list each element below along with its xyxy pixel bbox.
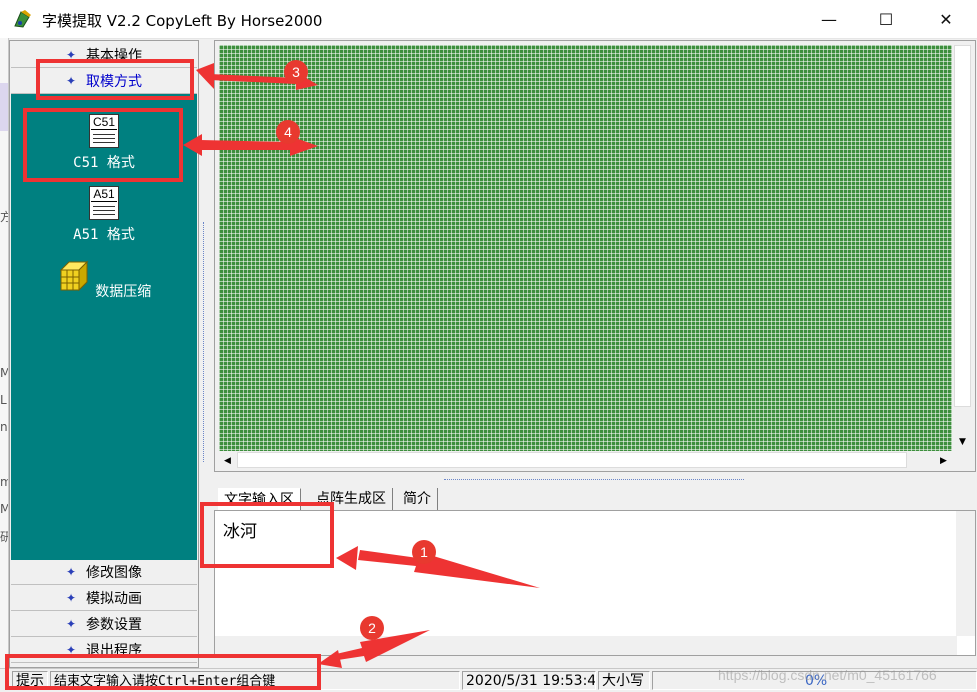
horizontal-splitter[interactable]: [214, 472, 976, 488]
app-icon: [14, 10, 31, 28]
group-settings-button[interactable]: ✦ 参数设置: [11, 612, 197, 637]
ghost-text: L: [0, 393, 7, 407]
background-highlight: [0, 83, 8, 131]
annotation-box-3: [36, 59, 194, 100]
dot-matrix-canvas[interactable]: [219, 45, 952, 451]
diamond-icon: ✦: [65, 591, 77, 605]
scroll-thumb[interactable]: [954, 45, 971, 407]
matrix-horizontal-scrollbar[interactable]: ◀ ▶: [219, 451, 952, 469]
annotation-badge-3: 3: [284, 60, 308, 84]
annotation-badge-1: 1: [412, 540, 436, 564]
ghost-text: 研: [0, 530, 8, 544]
text-vertical-scrollbar[interactable]: [956, 511, 975, 636]
tool-label: A51 格式: [73, 227, 135, 243]
minimize-button[interactable]: —: [801, 0, 857, 38]
watermark-text: https://blog.csdn.net/m0_45161766: [718, 667, 937, 683]
annotation-badge-4: 4: [276, 120, 300, 144]
matrix-vertical-scrollbar[interactable]: ▼: [953, 45, 972, 451]
group-edit-image-button[interactable]: ✦ 修改图像: [11, 560, 197, 585]
ghost-text: 方: [0, 210, 8, 224]
annotation-badge-2: 2: [360, 616, 384, 640]
maximize-button[interactable]: ☐: [858, 0, 914, 38]
cube-icon: [59, 260, 88, 292]
scroll-right-icon[interactable]: ▶: [935, 452, 952, 469]
annotation-box-1: [200, 502, 334, 568]
diamond-icon: ✦: [65, 617, 77, 631]
group-label: 模拟动画: [86, 591, 143, 607]
vertical-splitter[interactable]: [200, 40, 214, 668]
group-label: 参数设置: [86, 617, 143, 633]
scroll-thumb[interactable]: [237, 452, 907, 468]
status-datetime: 2020/5/31 19:53:44: [462, 671, 596, 690]
tool-label: 数据压缩: [95, 284, 152, 300]
tool-data-compress[interactable]: 数据压缩: [11, 260, 197, 301]
window-title: 字模提取 V2.2 CopyLeft By Horse2000: [42, 12, 323, 30]
ghost-text: nc: [0, 420, 8, 434]
text-horizontal-scrollbar[interactable]: [215, 636, 957, 655]
scroll-down-icon[interactable]: ▼: [954, 433, 971, 450]
tool-a51-format[interactable]: A51 A51 格式: [11, 186, 197, 244]
title-bar: 字模提取 V2.2 CopyLeft By Horse2000 — ☐ ✕: [0, 0, 977, 39]
scroll-left-icon[interactable]: ◀: [219, 452, 236, 469]
tab-about[interactable]: 简介: [397, 488, 438, 510]
diamond-icon: ✦: [65, 565, 77, 579]
group-animation-button[interactable]: ✦ 模拟动画: [11, 586, 197, 611]
background-window-edge: 方 M L nc m M 研: [0, 38, 9, 668]
annotation-box-4: [23, 108, 183, 182]
ghost-text: m: [0, 475, 8, 489]
a51-doc-icon: A51: [89, 186, 119, 220]
close-button[interactable]: ✕: [918, 0, 974, 38]
group-label: 修改图像: [86, 565, 143, 581]
status-caps: 大小写: [598, 671, 650, 690]
splitter-grip[interactable]: [203, 222, 208, 462]
annotation-box-2: [5, 654, 321, 690]
ghost-text: M: [0, 366, 8, 380]
ghost-text: M: [0, 502, 8, 516]
splitter-grip[interactable]: [444, 479, 744, 483]
